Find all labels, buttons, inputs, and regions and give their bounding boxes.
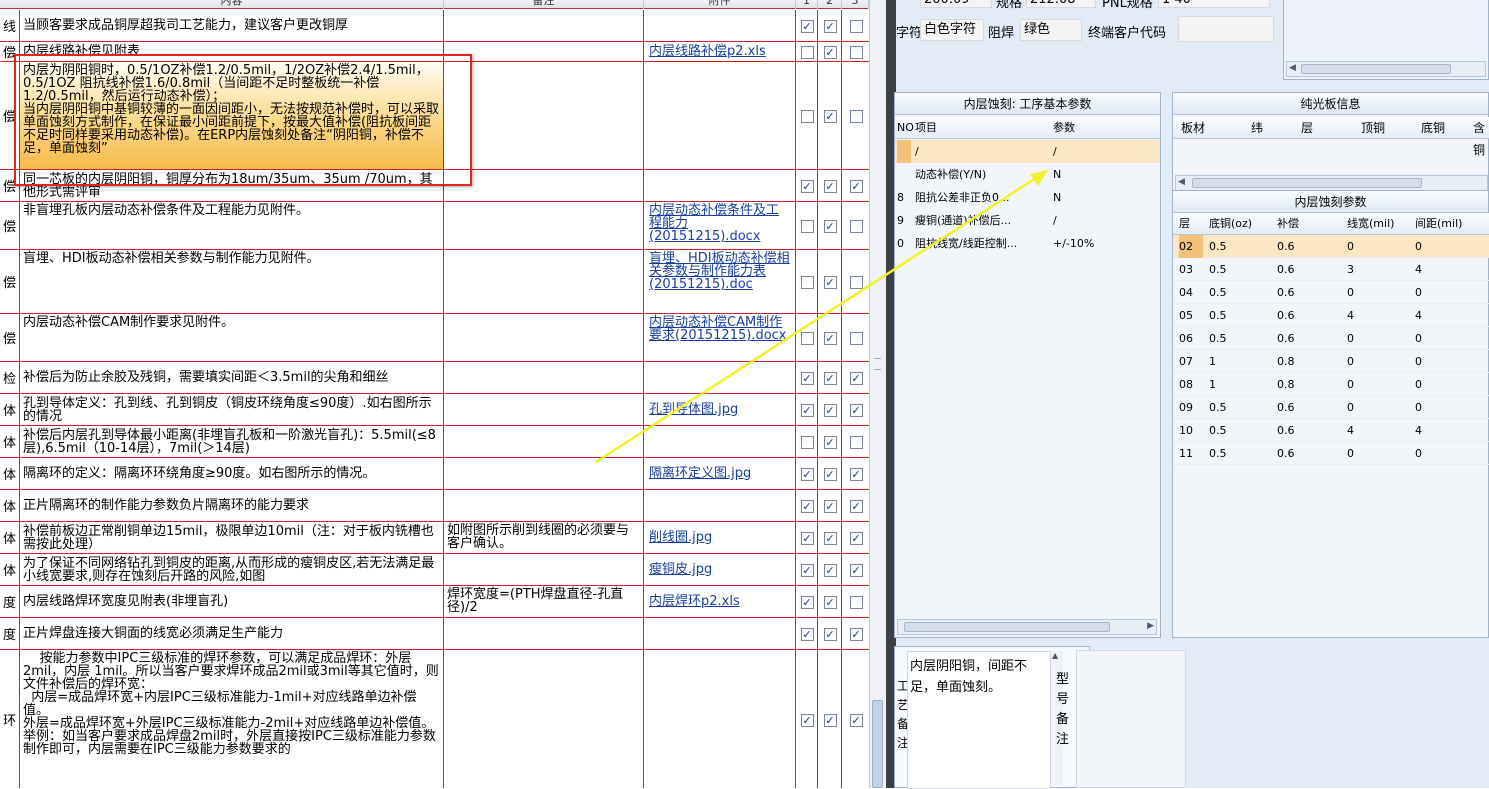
annotation-arrow (595, 170, 1048, 464)
arrow-line (595, 176, 1037, 464)
arrow-head (1030, 170, 1048, 186)
